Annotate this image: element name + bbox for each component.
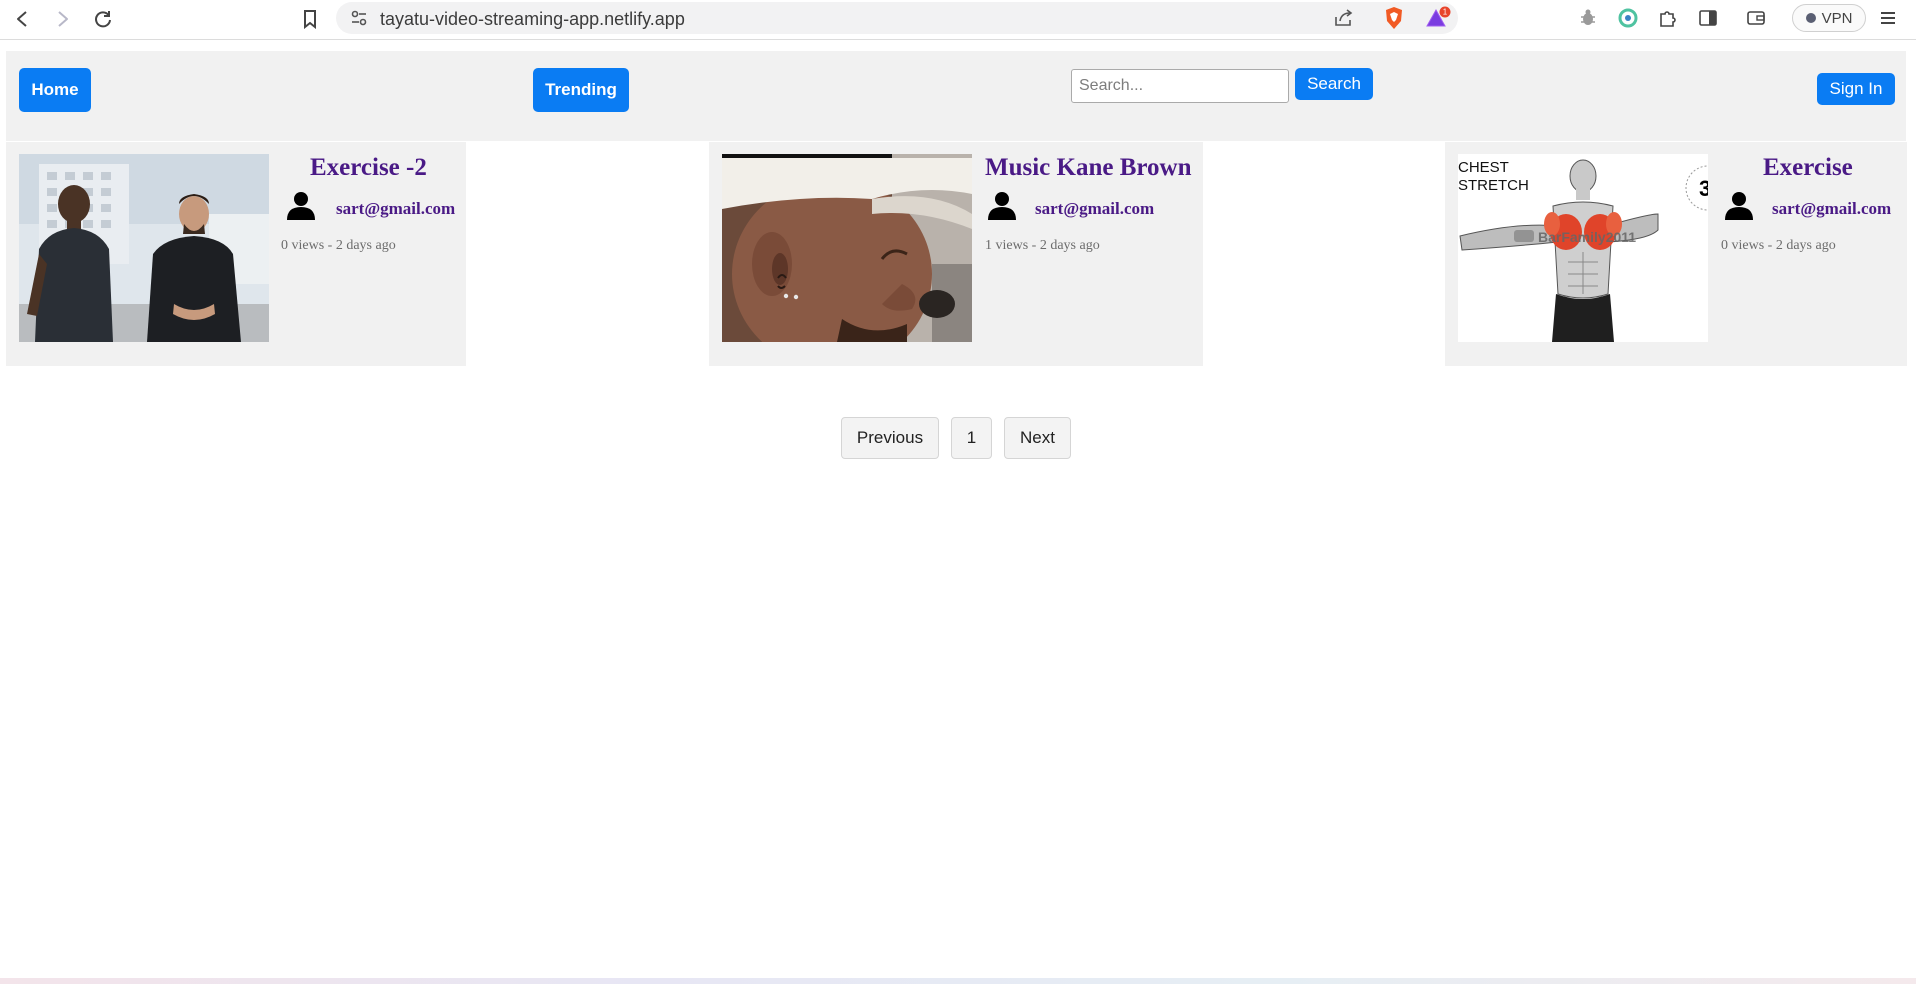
video-title[interactable]: Music Kane Brown: [985, 154, 1192, 182]
thumbnail-corner-number: 3: [1699, 176, 1708, 201]
bookmark-icon[interactable]: [295, 6, 325, 32]
user-avatar-icon: [286, 190, 316, 225]
window-bottom-edge: [0, 978, 1916, 984]
uploader-email[interactable]: sart@gmail.com: [336, 199, 455, 219]
user-avatar-icon: [1724, 190, 1754, 225]
thumbnail-text-line2: STRETCH: [1458, 177, 1529, 194]
uploader-email[interactable]: sart@gmail.com: [1772, 199, 1891, 219]
notification-count: 1: [1443, 8, 1448, 17]
url-text: tayatu-video-streaming-app.netlify.app: [380, 9, 685, 29]
home-button[interactable]: Home: [19, 68, 91, 112]
menu-icon[interactable]: [1878, 8, 1898, 33]
extension-circle-icon[interactable]: [1618, 8, 1638, 33]
trending-button[interactable]: Trending: [533, 68, 629, 112]
video-thumbnail[interactable]: [19, 154, 269, 342]
previous-page-button[interactable]: Previous: [841, 417, 939, 459]
video-card[interactable]: CHEST STRETCH 3 BarFamily2011 Exercise s…: [1445, 142, 1907, 366]
video-card[interactable]: Exercise -2 sart@gmail.com 0 views - 2 d…: [6, 142, 466, 366]
sign-in-button[interactable]: Sign In: [1817, 73, 1895, 105]
brave-rewards-icon[interactable]: 1: [1425, 6, 1451, 35]
video-title[interactable]: Exercise -2: [310, 154, 427, 182]
video-thumbnail[interactable]: CHEST STRETCH 3 BarFamily2011: [1458, 154, 1708, 342]
search-button[interactable]: Search: [1295, 68, 1373, 100]
site-settings-icon[interactable]: [350, 9, 368, 32]
thumbnail-text-line1: CHEST: [1458, 159, 1509, 176]
video-meta: 1 views - 2 days ago: [985, 238, 1100, 253]
address-bar[interactable]: tayatu-video-streaming-app.netlify.app: [336, 2, 1458, 34]
back-icon[interactable]: [8, 6, 38, 32]
sidebar-toggle-icon[interactable]: [1698, 8, 1718, 33]
user-avatar-icon: [987, 190, 1017, 225]
video-thumbnail[interactable]: [722, 154, 972, 342]
share-icon[interactable]: [1334, 9, 1354, 32]
page-number-button[interactable]: 1: [951, 417, 992, 459]
search-input[interactable]: [1071, 69, 1289, 103]
video-meta: 0 views - 2 days ago: [281, 238, 396, 253]
browser-toolbar: tayatu-video-streaming-app.netlify.app 1…: [0, 0, 1916, 40]
thumbnail-watermark: BarFamily2011: [1538, 229, 1636, 245]
brave-shields-icon[interactable]: [1383, 6, 1405, 35]
bug-extension-icon[interactable]: [1578, 8, 1598, 33]
uploader-email[interactable]: sart@gmail.com: [1035, 199, 1154, 219]
next-page-button[interactable]: Next: [1004, 417, 1071, 459]
vpn-status-icon: [1805, 13, 1816, 23]
vpn-button[interactable]: VPN: [1792, 4, 1866, 32]
wallet-icon[interactable]: [1746, 8, 1766, 33]
video-card[interactable]: Music Kane Brown sart@gmail.com 1 views …: [709, 142, 1203, 366]
video-meta: 0 views - 2 days ago: [1721, 238, 1836, 253]
vpn-label: VPN: [1821, 9, 1853, 27]
extensions-puzzle-icon[interactable]: [1658, 8, 1678, 33]
site-header: Home Trending Search Sign In: [6, 51, 1906, 141]
forward-icon[interactable]: [47, 6, 77, 32]
video-title[interactable]: Exercise: [1763, 154, 1853, 182]
reload-icon[interactable]: [88, 6, 118, 32]
